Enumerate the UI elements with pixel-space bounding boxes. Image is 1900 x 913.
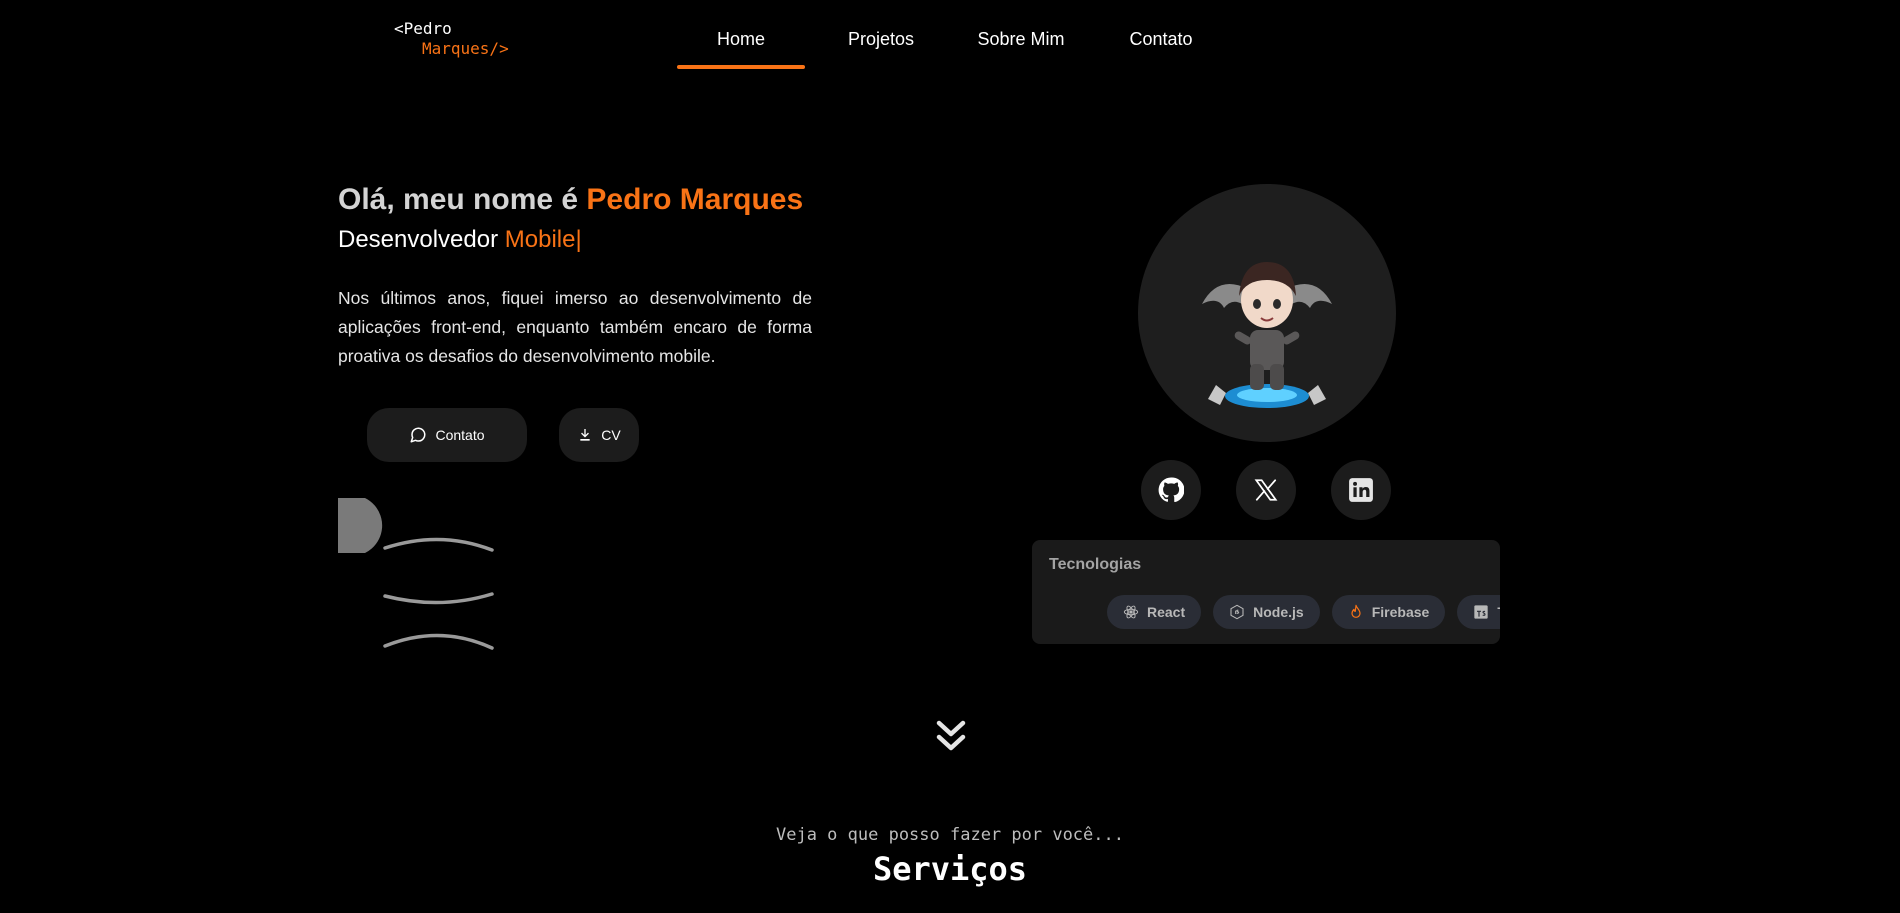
linkedin-icon xyxy=(1349,478,1373,502)
role-highlight: Mobile xyxy=(504,226,576,253)
tech-label: Node.js xyxy=(1253,604,1304,620)
nav-projetos[interactable]: Projetos xyxy=(805,0,957,70)
nav-sobre-mim[interactable]: Sobre Mim xyxy=(957,0,1085,70)
nav-contato[interactable]: Contato xyxy=(1085,0,1237,70)
tech-chip-typescript[interactable]: Ty xyxy=(1457,595,1500,629)
chibi-character-avatar xyxy=(1202,262,1332,408)
tech-label: React xyxy=(1147,604,1186,620)
role-prefix: Desenvolvedor xyxy=(338,226,499,253)
technologies-title: Tecnologias xyxy=(1049,556,1142,573)
chat-bubble-icon xyxy=(410,427,426,443)
x-twitter-link[interactable] xyxy=(1236,460,1296,520)
firebase-icon xyxy=(1351,604,1361,618)
profile-avatar xyxy=(1138,184,1396,442)
logo-line-2: Marques/> xyxy=(422,39,509,58)
tech-label: Ty xyxy=(1497,604,1500,620)
hero-role: Desenvolvedor Mobile| xyxy=(338,226,582,254)
greeting-text: Olá, meu nome é xyxy=(338,183,579,216)
scroll-down-chevrons-icon[interactable] xyxy=(934,718,968,758)
github-link[interactable] xyxy=(1141,460,1201,520)
tech-label: Firebase xyxy=(1371,604,1430,620)
hero-greeting: Olá, meu nome é Pedro Marques xyxy=(338,183,803,217)
download-cv-button[interactable]: CV xyxy=(559,408,639,462)
contact-button[interactable]: Contato xyxy=(367,408,527,462)
hero-intro: Nos últimos anos, fiquei imerso ao desen… xyxy=(338,288,812,366)
services-title: Serviços xyxy=(872,850,1028,888)
tech-chip-nodejs[interactable]: Node.js xyxy=(1213,595,1320,629)
services-subtitle: Veja o que posso fazer por você... xyxy=(776,825,1124,845)
typescript-icon xyxy=(1474,605,1488,619)
react-icon xyxy=(1123,605,1139,619)
contact-button-label: Contato xyxy=(435,427,485,443)
download-icon xyxy=(580,429,590,441)
typing-caret: | xyxy=(575,226,582,253)
hero-name: Pedro Marques xyxy=(586,183,804,216)
nodejs-icon xyxy=(1230,604,1244,620)
technologies-carousel[interactable]: React Node.js Firebase Ty xyxy=(1107,595,1500,629)
main-nav: Home Projetos Sobre Mim Contato xyxy=(677,0,1237,70)
cv-button-label: CV xyxy=(601,427,621,443)
tech-chip-firebase[interactable]: Firebase xyxy=(1331,595,1446,629)
linkedin-link[interactable] xyxy=(1331,460,1391,520)
decorative-waves xyxy=(383,537,494,650)
technologies-card: Tecnologias React Node.js Firebase xyxy=(1032,540,1500,644)
logo-line-1: <Pedro xyxy=(394,19,452,38)
tech-chip-react[interactable]: React xyxy=(1107,595,1202,629)
x-twitter-icon xyxy=(1254,479,1278,501)
portfolio-page: <Pedro Marques/> Home Projetos Sobre Mim… xyxy=(0,0,1900,913)
github-icon xyxy=(1158,477,1184,503)
nav-home[interactable]: Home xyxy=(677,0,805,70)
site-logo[interactable]: <Pedro Marques/> xyxy=(394,19,509,59)
